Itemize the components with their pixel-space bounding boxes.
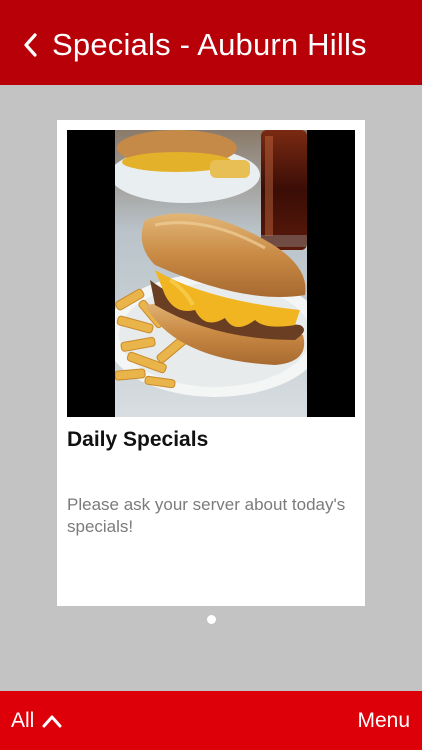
special-card[interactable]: Daily Specials Please ask your server ab… <box>57 120 365 606</box>
special-title: Daily Specials <box>67 428 209 451</box>
special-description: Please ask your server about today's spe… <box>67 495 346 536</box>
top-nav-bar: Specials - Auburn Hills <box>0 0 422 85</box>
back-button[interactable] <box>8 15 52 75</box>
chevron-up-icon <box>42 715 62 727</box>
menu-button[interactable]: Menu <box>357 709 410 733</box>
special-photo <box>67 130 355 417</box>
cheesesteak-sandwich-with-fries-photo <box>115 130 307 417</box>
app-screen: Specials - Auburn Hills Daily Specials P… <box>0 0 422 750</box>
page-title: Specials - Auburn Hills <box>52 26 367 62</box>
chevron-left-icon <box>24 32 37 57</box>
all-locations-button[interactable]: All <box>11 709 62 733</box>
all-label: All <box>11 708 35 732</box>
bottom-bar: All Menu <box>0 691 422 750</box>
page-indicator-dot <box>207 615 216 624</box>
